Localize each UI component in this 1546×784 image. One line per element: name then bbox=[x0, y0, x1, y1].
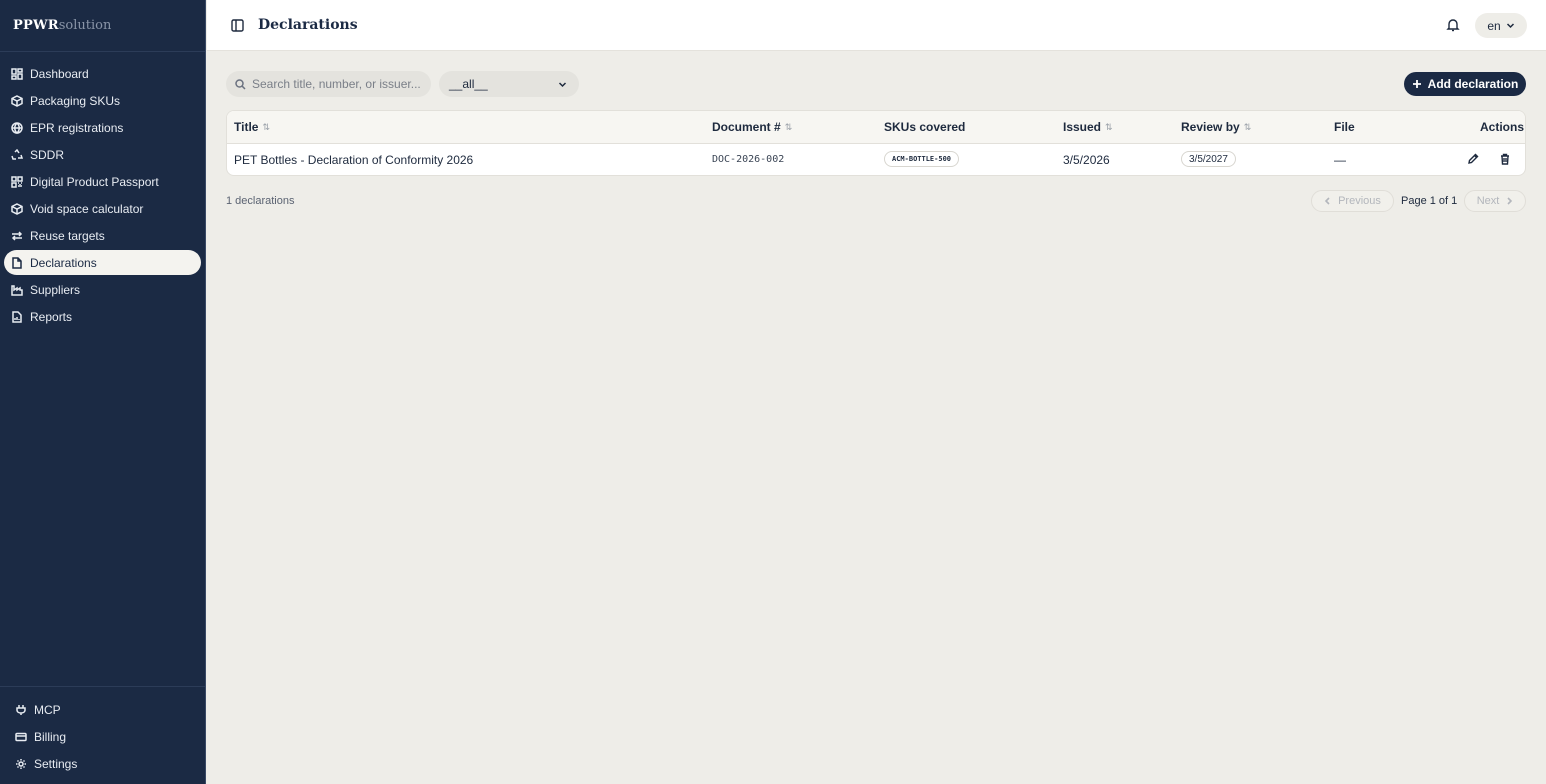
previous-page-button[interactable]: Previous bbox=[1311, 190, 1394, 212]
trash-icon[interactable] bbox=[1499, 153, 1511, 165]
report-icon bbox=[11, 310, 23, 323]
column-label: Actions bbox=[1480, 120, 1525, 134]
search-field[interactable] bbox=[226, 71, 431, 97]
sidebar-item-packaging-skus[interactable]: Packaging SKUs bbox=[4, 88, 201, 113]
page-title: Declarations bbox=[258, 17, 358, 33]
add-declaration-label: Add declaration bbox=[1427, 77, 1519, 91]
next-page-button[interactable]: Next bbox=[1464, 190, 1526, 212]
sidebar-item-label: Reuse targets bbox=[30, 228, 105, 243]
recycle-icon bbox=[11, 148, 23, 161]
package-icon bbox=[11, 94, 23, 107]
review-date-badge: 3/5/2027 bbox=[1181, 151, 1236, 167]
brand-suffix: solution bbox=[58, 18, 112, 33]
sidebar-item-label: Declarations bbox=[30, 255, 97, 270]
sidebar-item-billing[interactable]: Billing bbox=[4, 724, 201, 750]
sidebar-item-label: Settings bbox=[34, 757, 78, 771]
filter-value: __all__ bbox=[449, 77, 488, 91]
sidebar-item-label: SDDR bbox=[30, 147, 65, 162]
globe-icon bbox=[11, 121, 23, 134]
sidebar-item-digital-product-passport[interactable]: Digital Product Passport bbox=[4, 169, 201, 194]
factory-icon bbox=[11, 284, 23, 296]
column-label: Review by bbox=[1181, 120, 1240, 134]
sidebar-item-label: Billing bbox=[34, 730, 67, 744]
sidebar-toggle-icon[interactable] bbox=[231, 19, 244, 32]
plus-icon bbox=[1412, 80, 1421, 88]
sidebar-item-reuse-targets[interactable]: Reuse targets bbox=[4, 223, 201, 248]
chevron-down-icon bbox=[558, 82, 567, 88]
column-header-document[interactable]: Document # ⇅ bbox=[712, 120, 792, 134]
cell-file: — bbox=[1334, 153, 1346, 167]
table-header: Title ⇅ Document # ⇅ SKUs covered Issued ⇅ … bbox=[227, 111, 1525, 144]
column-label: Title bbox=[234, 120, 259, 134]
cell-document-number: DOC-2026-002 bbox=[712, 154, 785, 165]
chevron-down-icon bbox=[1506, 23, 1514, 29]
column-label: File bbox=[1334, 120, 1355, 134]
column-header-review-by[interactable]: Review by ⇅ bbox=[1181, 120, 1251, 134]
sidebar-item-label: Void space calculator bbox=[30, 201, 144, 216]
language-select[interactable]: en bbox=[1475, 13, 1527, 38]
sidebar-item-label: Packaging SKUs bbox=[30, 93, 121, 108]
sidebar-item-label: Suppliers bbox=[30, 282, 81, 297]
column-header-actions: Actions bbox=[1480, 120, 1524, 134]
previous-label: Previous bbox=[1338, 195, 1381, 207]
qr-code-icon bbox=[11, 175, 23, 188]
language-value: en bbox=[1487, 18, 1501, 33]
declarations-table: Title ⇅ Document # ⇅ SKUs covered Issued ⇅ … bbox=[226, 110, 1526, 176]
cell-issued: 3/5/2026 bbox=[1063, 153, 1110, 167]
sidebar-item-label: MCP bbox=[34, 703, 61, 717]
sidebar-item-reports[interactable]: Reports bbox=[4, 304, 201, 329]
sidebar-item-void-space-calculator[interactable]: Void space calculator bbox=[4, 196, 201, 221]
search-input[interactable] bbox=[252, 77, 427, 91]
column-label: Issued bbox=[1063, 120, 1102, 134]
sidebar-item-label: Reports bbox=[30, 309, 73, 324]
sort-icon: ⇅ bbox=[784, 121, 793, 132]
column-label: SKUs covered bbox=[884, 120, 966, 134]
file-icon bbox=[11, 256, 23, 269]
declarations-count: 1 declarations bbox=[226, 195, 295, 207]
edit-icon[interactable] bbox=[1467, 153, 1479, 165]
sort-icon: ⇅ bbox=[262, 121, 270, 132]
sort-icon: ⇅ bbox=[1243, 121, 1252, 132]
dashboard-icon bbox=[11, 67, 23, 80]
sidebar-item-settings[interactable]: Settings bbox=[4, 751, 201, 777]
sidebar-item-label: EPR registrations bbox=[30, 120, 124, 135]
sidebar-item-dashboard[interactable]: Dashboard bbox=[4, 61, 201, 86]
repeat-icon bbox=[11, 230, 23, 242]
sidebar-item-mcp[interactable]: MCP bbox=[4, 697, 201, 723]
next-label: Next bbox=[1476, 195, 1500, 207]
chevron-right-icon bbox=[1507, 197, 1513, 205]
cell-title: PET Bottles - Declaration of Conformity … bbox=[234, 153, 474, 167]
sidebar-item-label: Digital Product Passport bbox=[30, 174, 159, 189]
plug-icon bbox=[15, 704, 27, 716]
bell-icon[interactable] bbox=[1446, 18, 1460, 32]
brand-logo[interactable]: PPWRsolution bbox=[0, 0, 205, 52]
sidebar-item-label: Dashboard bbox=[30, 66, 89, 81]
page-indicator: Page 1 of 1 bbox=[1401, 195, 1458, 207]
brand-name: PPWR bbox=[13, 18, 59, 33]
sidebar-item-suppliers[interactable]: Suppliers bbox=[4, 277, 201, 302]
status-filter-select[interactable]: __all__ bbox=[439, 71, 579, 97]
column-header-title[interactable]: Title ⇅ bbox=[234, 120, 270, 134]
credit-card-icon bbox=[15, 731, 27, 743]
chevron-left-icon bbox=[1324, 197, 1330, 205]
sort-icon: ⇅ bbox=[1105, 121, 1113, 132]
table-row[interactable]: PET Bottles - Declaration of Conformity … bbox=[227, 144, 1525, 175]
search-icon bbox=[235, 78, 246, 90]
column-header-issued[interactable]: Issued ⇅ bbox=[1063, 120, 1113, 134]
sidebar-footer: MCP Billing Settings bbox=[0, 686, 205, 784]
gear-icon bbox=[15, 758, 27, 770]
sidebar: PPWRsolution Dashboard Packaging SKUs EP… bbox=[0, 0, 206, 784]
top-header: Declarations en bbox=[207, 0, 1546, 51]
sidebar-item-epr-registrations[interactable]: EPR registrations bbox=[4, 115, 201, 140]
sidebar-item-declarations[interactable]: Declarations bbox=[4, 250, 201, 275]
column-header-skus: SKUs covered bbox=[884, 120, 965, 134]
sidebar-nav: Dashboard Packaging SKUs EPR registratio… bbox=[0, 52, 205, 329]
add-declaration-button[interactable]: Add declaration bbox=[1404, 72, 1526, 96]
sidebar-item-sddr[interactable]: SDDR bbox=[4, 142, 201, 167]
column-header-file: File bbox=[1334, 120, 1355, 134]
box-icon bbox=[11, 202, 23, 215]
sku-badge: ACM-BOTTLE-500 bbox=[884, 151, 960, 167]
column-label: Document # bbox=[712, 120, 781, 134]
